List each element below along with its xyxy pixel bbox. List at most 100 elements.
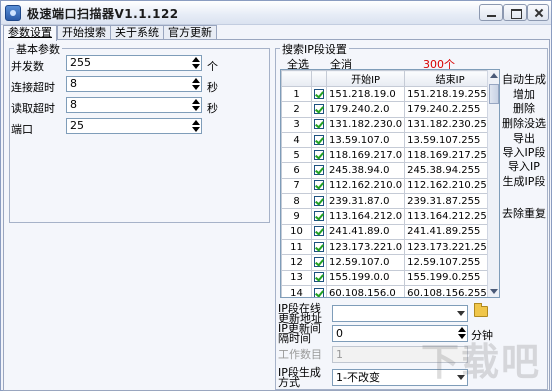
row-start-ip[interactable]: 113.164.212.0 — [325, 208, 406, 225]
ip-range-table[interactable]: 开始IP 结束IP 1 151.218.19.0 151.218.19.255 2 17… — [280, 69, 500, 298]
table-row[interactable]: 1 151.218.19.0 151.218.19.255 — [281, 85, 497, 103]
scroll-up-icon[interactable] — [490, 73, 498, 78]
remove-duplicates-button[interactable]: 去除重复 — [501, 205, 547, 221]
row-start-ip[interactable]: 245.38.94.0 — [325, 162, 406, 179]
checkbox-checked-icon[interactable] — [314, 149, 324, 160]
port-input[interactable]: 25 — [66, 118, 202, 134]
checkbox-checked-icon[interactable] — [314, 195, 324, 206]
concurrency-input[interactable]: 255 — [66, 55, 202, 71]
table-row[interactable]: 12 12.59.107.0 12.59.107.255 — [281, 254, 497, 271]
row-end-ip[interactable]: 245.38.94.255 — [404, 162, 497, 179]
minimize-icon[interactable] — [479, 4, 503, 21]
row-checkbox[interactable] — [311, 269, 327, 286]
row-end-ip[interactable]: 179.240.2.255 — [404, 101, 497, 118]
checkbox-checked-icon[interactable] — [314, 226, 324, 237]
checkbox-checked-icon[interactable] — [314, 103, 324, 114]
checkbox-checked-icon[interactable] — [314, 180, 324, 191]
row-end-ip[interactable]: 113.164.212.255 — [404, 208, 497, 225]
concurrency-spinner[interactable] — [190, 56, 201, 70]
close-icon[interactable] — [527, 4, 549, 21]
tab-about[interactable]: 关于系统 — [110, 25, 164, 40]
row-end-ip[interactable]: 118.169.217.255 — [404, 147, 497, 164]
row-start-ip[interactable]: 239.31.87.0 — [325, 193, 406, 210]
row-start-ip[interactable]: 155.199.0.0 — [325, 269, 406, 286]
table-row[interactable]: 10 241.41.89.0 241.41.89.255 — [281, 223, 497, 240]
row-end-ip[interactable]: 112.162.210.255 — [404, 177, 497, 195]
table-row[interactable]: 13 155.199.0.0 155.199.0.255 — [281, 269, 497, 286]
row-checkbox[interactable] — [311, 193, 327, 210]
online-update-select[interactable] — [332, 305, 468, 322]
tab-search[interactable]: 开始搜索 — [57, 25, 111, 40]
auto-generate-button[interactable]: 自动生成 — [501, 71, 547, 87]
table-row[interactable]: 6 245.38.94.0 245.38.94.255 — [281, 162, 497, 179]
table-row[interactable]: 8 239.31.87.0 239.31.87.255 — [281, 193, 497, 210]
row-checkbox[interactable] — [311, 101, 327, 118]
row-end-ip[interactable]: 131.182.230.255 — [404, 116, 497, 133]
row-start-ip[interactable]: 13.59.107.0 — [325, 131, 406, 149]
row-end-ip[interactable]: 155.199.0.255 — [404, 269, 497, 286]
tab-params[interactable]: 参数设置 — [3, 25, 57, 41]
row-end-ip[interactable]: 13.59.107.255 — [404, 131, 497, 149]
checkbox-checked-icon[interactable] — [314, 165, 324, 176]
connect-timeout-spinner[interactable] — [190, 77, 201, 91]
scroll-down-icon[interactable] — [490, 289, 498, 294]
checkbox-checked-icon[interactable] — [314, 241, 324, 252]
maximize-icon[interactable] — [503, 4, 527, 21]
checkbox-checked-icon[interactable] — [314, 287, 324, 297]
row-start-ip[interactable]: 60.108.156.0 — [325, 284, 406, 297]
tab-update[interactable]: 官方更新 — [163, 25, 217, 40]
row-checkbox[interactable] — [311, 116, 327, 133]
checkbox-checked-icon[interactable] — [314, 272, 324, 283]
row-start-ip[interactable]: 112.162.210.0 — [325, 177, 406, 195]
table-row[interactable]: 4 13.59.107.0 13.59.107.255 — [281, 131, 497, 149]
table-row[interactable]: 11 123.173.221.0 123.173.221.255 — [281, 238, 497, 256]
row-checkbox[interactable] — [311, 85, 327, 103]
row-end-ip[interactable]: 60.108.156.255 — [404, 284, 497, 297]
row-checkbox[interactable] — [311, 162, 327, 179]
table-row[interactable]: 5 118.169.217.0 118.169.217.255 — [281, 147, 497, 164]
row-end-ip[interactable]: 12.59.107.255 — [404, 254, 497, 271]
row-start-ip[interactable]: 131.182.230.0 — [325, 116, 406, 133]
row-start-ip[interactable]: 151.218.19.0 — [325, 85, 406, 103]
checkbox-checked-icon[interactable] — [314, 119, 324, 130]
table-row[interactable]: 7 112.162.210.0 112.162.210.255 — [281, 177, 497, 195]
row-start-ip[interactable]: 241.41.89.0 — [325, 223, 406, 240]
row-end-ip[interactable]: 151.218.19.255 — [404, 85, 497, 103]
import-ip-button[interactable]: 导入IP — [501, 158, 547, 174]
row-end-ip[interactable]: 241.41.89.255 — [404, 223, 497, 240]
checkbox-checked-icon[interactable] — [314, 134, 324, 145]
port-spinner[interactable] — [190, 119, 201, 133]
row-checkbox[interactable] — [311, 238, 327, 256]
row-checkbox[interactable] — [311, 254, 327, 271]
row-end-ip[interactable]: 123.173.221.255 — [404, 238, 497, 256]
row-checkbox[interactable] — [311, 284, 327, 297]
read-timeout-input[interactable]: 8 — [66, 97, 202, 113]
checkbox-checked-icon[interactable] — [314, 256, 324, 267]
concurrency-unit: 个 — [207, 60, 218, 73]
row-start-ip[interactable]: 12.59.107.0 — [325, 254, 406, 271]
table-row[interactable]: 3 131.182.230.0 131.182.230.255 — [281, 116, 497, 133]
delete-button[interactable]: 删除 — [501, 100, 547, 116]
table-row[interactable]: 9 113.164.212.0 113.164.212.255 — [281, 208, 497, 225]
row-checkbox[interactable] — [311, 177, 327, 195]
row-start-ip[interactable]: 123.173.221.0 — [325, 238, 406, 256]
row-end-ip[interactable]: 239.31.87.255 — [404, 193, 497, 210]
scroll-thumb[interactable] — [489, 84, 499, 104]
row-checkbox[interactable] — [311, 208, 327, 225]
chevron-down-icon[interactable] — [457, 311, 465, 316]
row-checkbox[interactable] — [311, 147, 327, 164]
read-timeout-spinner[interactable] — [190, 98, 201, 112]
table-row[interactable]: 14 60.108.156.0 60.108.156.255 — [281, 284, 497, 297]
row-checkbox[interactable] — [311, 223, 327, 240]
table-row[interactable]: 2 179.240.2.0 179.240.2.255 — [281, 101, 497, 118]
row-start-ip[interactable]: 179.240.2.0 — [325, 101, 406, 118]
checkbox-checked-icon[interactable] — [314, 88, 324, 99]
checkbox-checked-icon[interactable] — [314, 211, 324, 222]
generate-ip-range-button[interactable]: 生成IP段 — [501, 173, 547, 189]
connect-timeout-input[interactable]: 8 — [66, 76, 202, 92]
row-start-ip[interactable]: 118.169.217.0 — [325, 147, 406, 164]
row-checkbox[interactable] — [311, 131, 327, 149]
table-scrollbar[interactable] — [487, 70, 499, 297]
delete-unselected-button[interactable]: 删除没选 — [501, 115, 547, 131]
folder-icon[interactable] — [474, 303, 488, 317]
